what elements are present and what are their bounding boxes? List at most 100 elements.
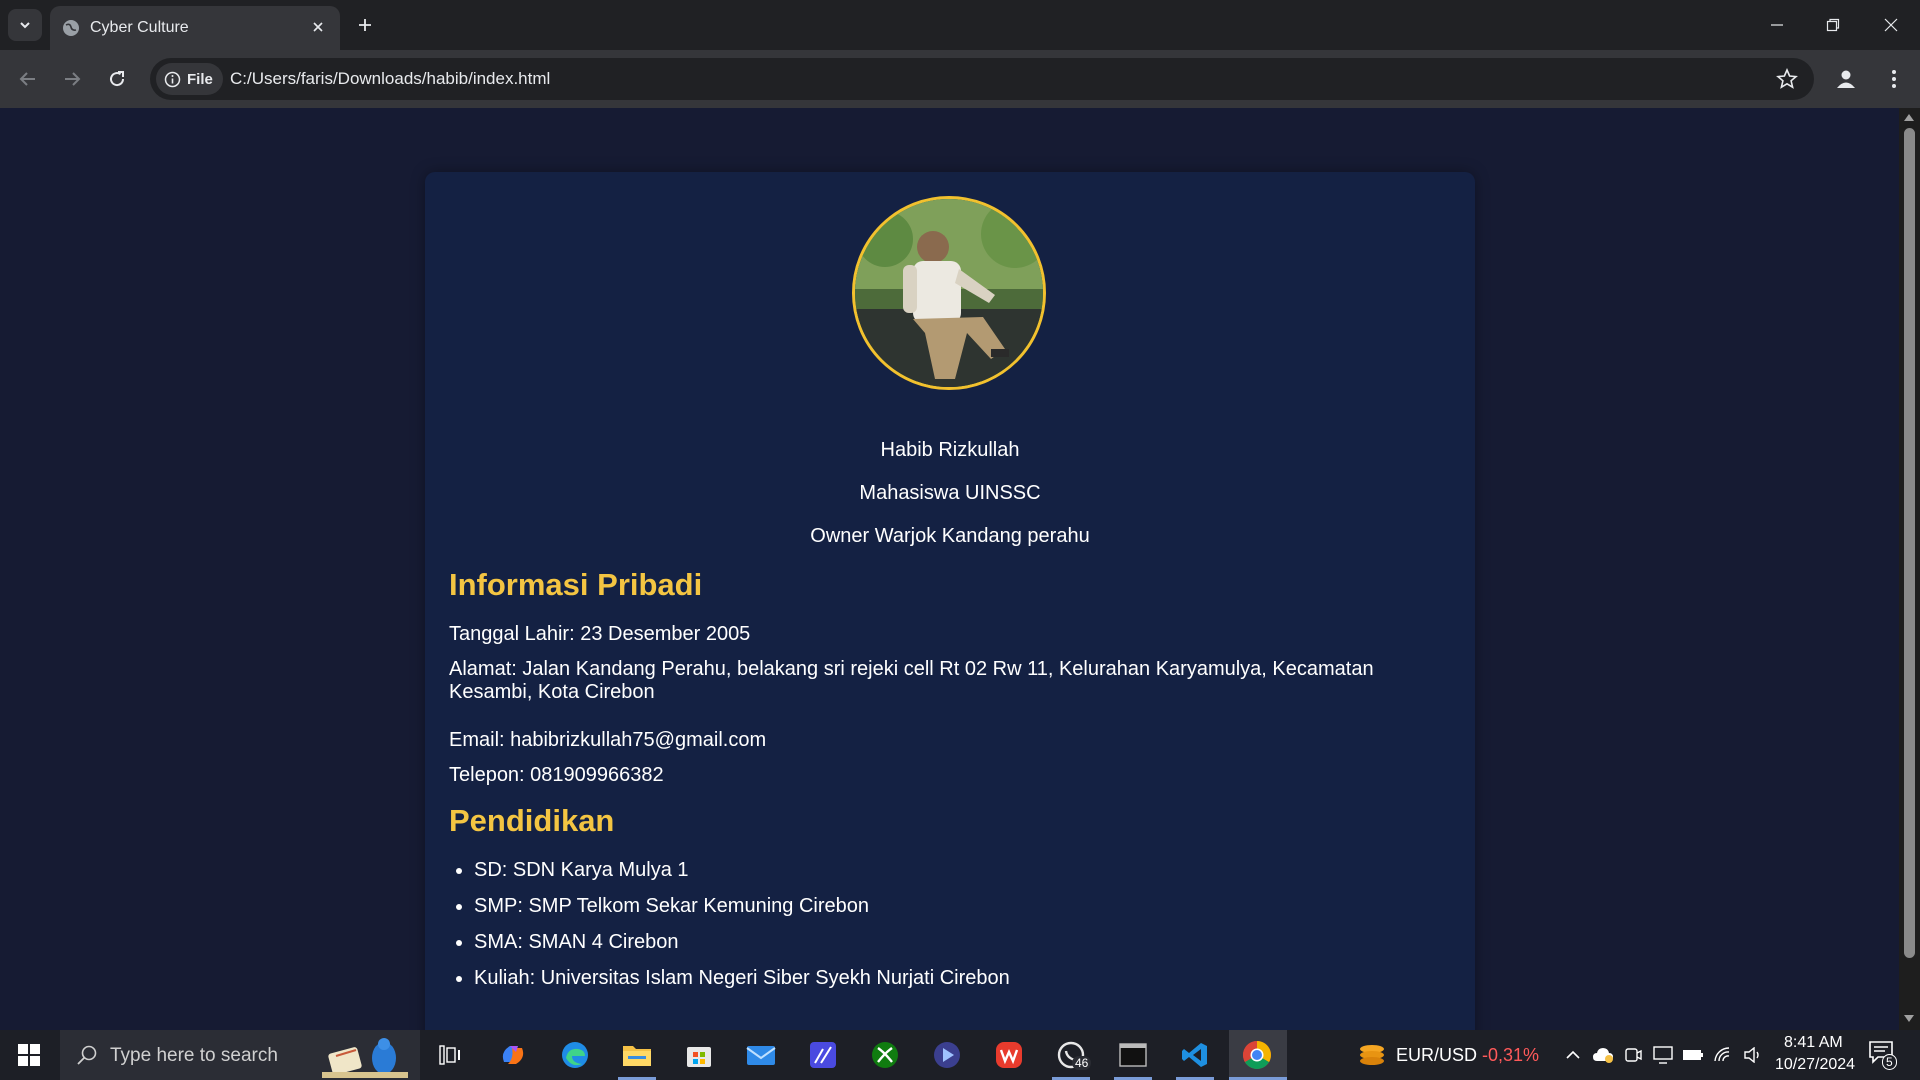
tab-close-button[interactable] [308,17,328,37]
browser-tab[interactable]: Cyber Culture [50,6,340,50]
onedrive-button[interactable] [1588,1039,1618,1071]
copilot-icon [502,1046,524,1064]
chevron-up-icon [1566,1050,1580,1059]
coins-icon [1360,1045,1384,1065]
edge-icon [562,1042,588,1068]
speaker-icon [1744,1047,1759,1063]
profile-card: Habib Rizkullah Mahasiswa UINSSC Owner W… [425,172,1475,1030]
list-item: SMA: SMAN 4 Cirebon [474,931,1010,967]
email: Email: habibrizkullah75@gmail.com [449,729,767,751]
display-settings-button[interactable] [1648,1039,1678,1071]
personal-info-heading: Informasi Pribadi [449,567,703,602]
close-icon [1884,18,1898,32]
back-button[interactable] [12,63,44,95]
site-info-label: File [187,70,213,88]
ticker-label[interactable]: EUR/USD [1396,1045,1477,1066]
minimize-button[interactable] [1762,10,1792,40]
search-icon [77,1045,97,1065]
plus-icon [359,19,371,31]
site-info-chip[interactable]: File [156,63,223,95]
star-icon[interactable] [1776,68,1798,90]
media-player-button[interactable] [931,1039,963,1071]
address-bar[interactable]: File C:/Users/faris/Downloads/habib/inde… [150,58,1814,100]
profile-name: Habib Rizkullah [880,439,1020,461]
vscode-button[interactable] [1179,1039,1211,1071]
notification-center-button[interactable]: 5 [1868,1040,1898,1070]
scroll-thumb[interactable] [1904,128,1915,958]
task-view-button[interactable] [434,1039,466,1071]
folder-icon [623,1046,651,1066]
taskbar-search[interactable]: Type here to search [60,1030,420,1080]
edge-button[interactable] [559,1039,591,1071]
search-highlight-icon [322,1038,408,1078]
list-item: SD: SDN Karya Mulya 1 [474,859,1010,895]
page-viewport: Habib Rizkullah Mahasiswa UINSSC Owner W… [0,108,1899,1030]
tab-title: Cyber Culture [90,19,189,36]
notification-count: 5 [1882,1054,1897,1070]
network-indicator[interactable] [1708,1039,1738,1071]
restore-button[interactable] [1818,10,1848,40]
new-tab-button[interactable] [352,12,378,38]
profile-button[interactable] [1830,63,1862,95]
clock-time[interactable]: 8:41 AM [1784,1034,1843,1052]
chrome-button[interactable] [1241,1039,1273,1071]
mail-icon [746,1046,776,1065]
menu-button[interactable] [1878,63,1910,95]
scroll-up-arrow[interactable] [1904,114,1914,121]
ticker-change[interactable]: -0,31% [1482,1045,1539,1066]
windows-logo-icon [18,1044,40,1066]
clock-date[interactable]: 10/27/2024 [1775,1056,1855,1074]
wps-office-button[interactable] [993,1039,1025,1071]
copilot-button[interactable] [497,1039,529,1071]
reload-button[interactable] [101,63,133,95]
close-window-button[interactable] [1876,10,1906,40]
show-hidden-icons-button[interactable] [1558,1039,1588,1071]
more-vert-icon [1892,70,1896,88]
search-placeholder: Type here to search [110,1045,278,1066]
scroll-down-arrow[interactable] [1904,1015,1914,1022]
list-item: Kuliah: Universitas Islam Negeri Siber S… [474,967,1010,1003]
camera-icon [1625,1048,1642,1062]
pen-app-icon [810,1042,836,1068]
taskbar: Type here to search 46 EUR/USD -0,31% 8:… [0,1030,1920,1080]
battery-icon [1683,1050,1703,1060]
education-heading: Pendidikan [449,803,615,838]
person-photo-icon [855,199,1043,387]
battery-indicator[interactable] [1678,1039,1708,1071]
mail-button[interactable] [745,1039,777,1071]
ticker-widget-icon[interactable] [1356,1039,1388,1071]
whatsapp-badge: 46 [1072,1056,1092,1070]
play-icon [934,1042,960,1068]
info-icon [164,71,181,87]
birth-date: Tanggal Lahir: 23 Desember 2005 [449,623,751,645]
tab-search-button[interactable] [8,9,42,41]
profile-status: Mahasiswa UINSSC [859,482,1041,504]
list-item: SMP: SMP Telkom Sekar Kemuning Cirebon [474,895,1010,931]
terminal-icon [1119,1043,1147,1067]
education-list: SD: SDN Karya Mulya 1 SMP: SMP Telkom Se… [474,859,1010,1003]
store-button[interactable] [683,1039,715,1071]
vertical-scrollbar[interactable] [1899,108,1920,1030]
xbox-button[interactable] [869,1039,901,1071]
start-button[interactable] [0,1030,58,1080]
browser-toolbar: File C:/Users/faris/Downloads/habib/inde… [0,50,1920,108]
profile-role: Owner Warjok Kandang perahu [810,525,1090,547]
terminal-button[interactable] [1117,1039,1149,1071]
volume-indicator[interactable] [1738,1039,1768,1071]
restore-icon [1826,18,1840,32]
globe-icon [63,20,79,36]
close-icon [313,22,323,32]
chrome-icon [1243,1041,1271,1069]
url-text[interactable]: C:/Users/faris/Downloads/habib/index.htm… [230,69,550,89]
cloud-icon [1593,1048,1613,1063]
meet-now-button[interactable] [1618,1039,1648,1071]
profile-photo [852,196,1046,390]
xbox-icon [872,1042,898,1068]
file-explorer-button[interactable] [621,1039,653,1071]
reload-icon [110,71,125,87]
forward-button[interactable] [56,63,88,95]
person-icon [1837,70,1855,88]
store-icon [687,1047,711,1067]
notepad-app-button[interactable] [807,1039,839,1071]
wps-icon [996,1042,1022,1068]
